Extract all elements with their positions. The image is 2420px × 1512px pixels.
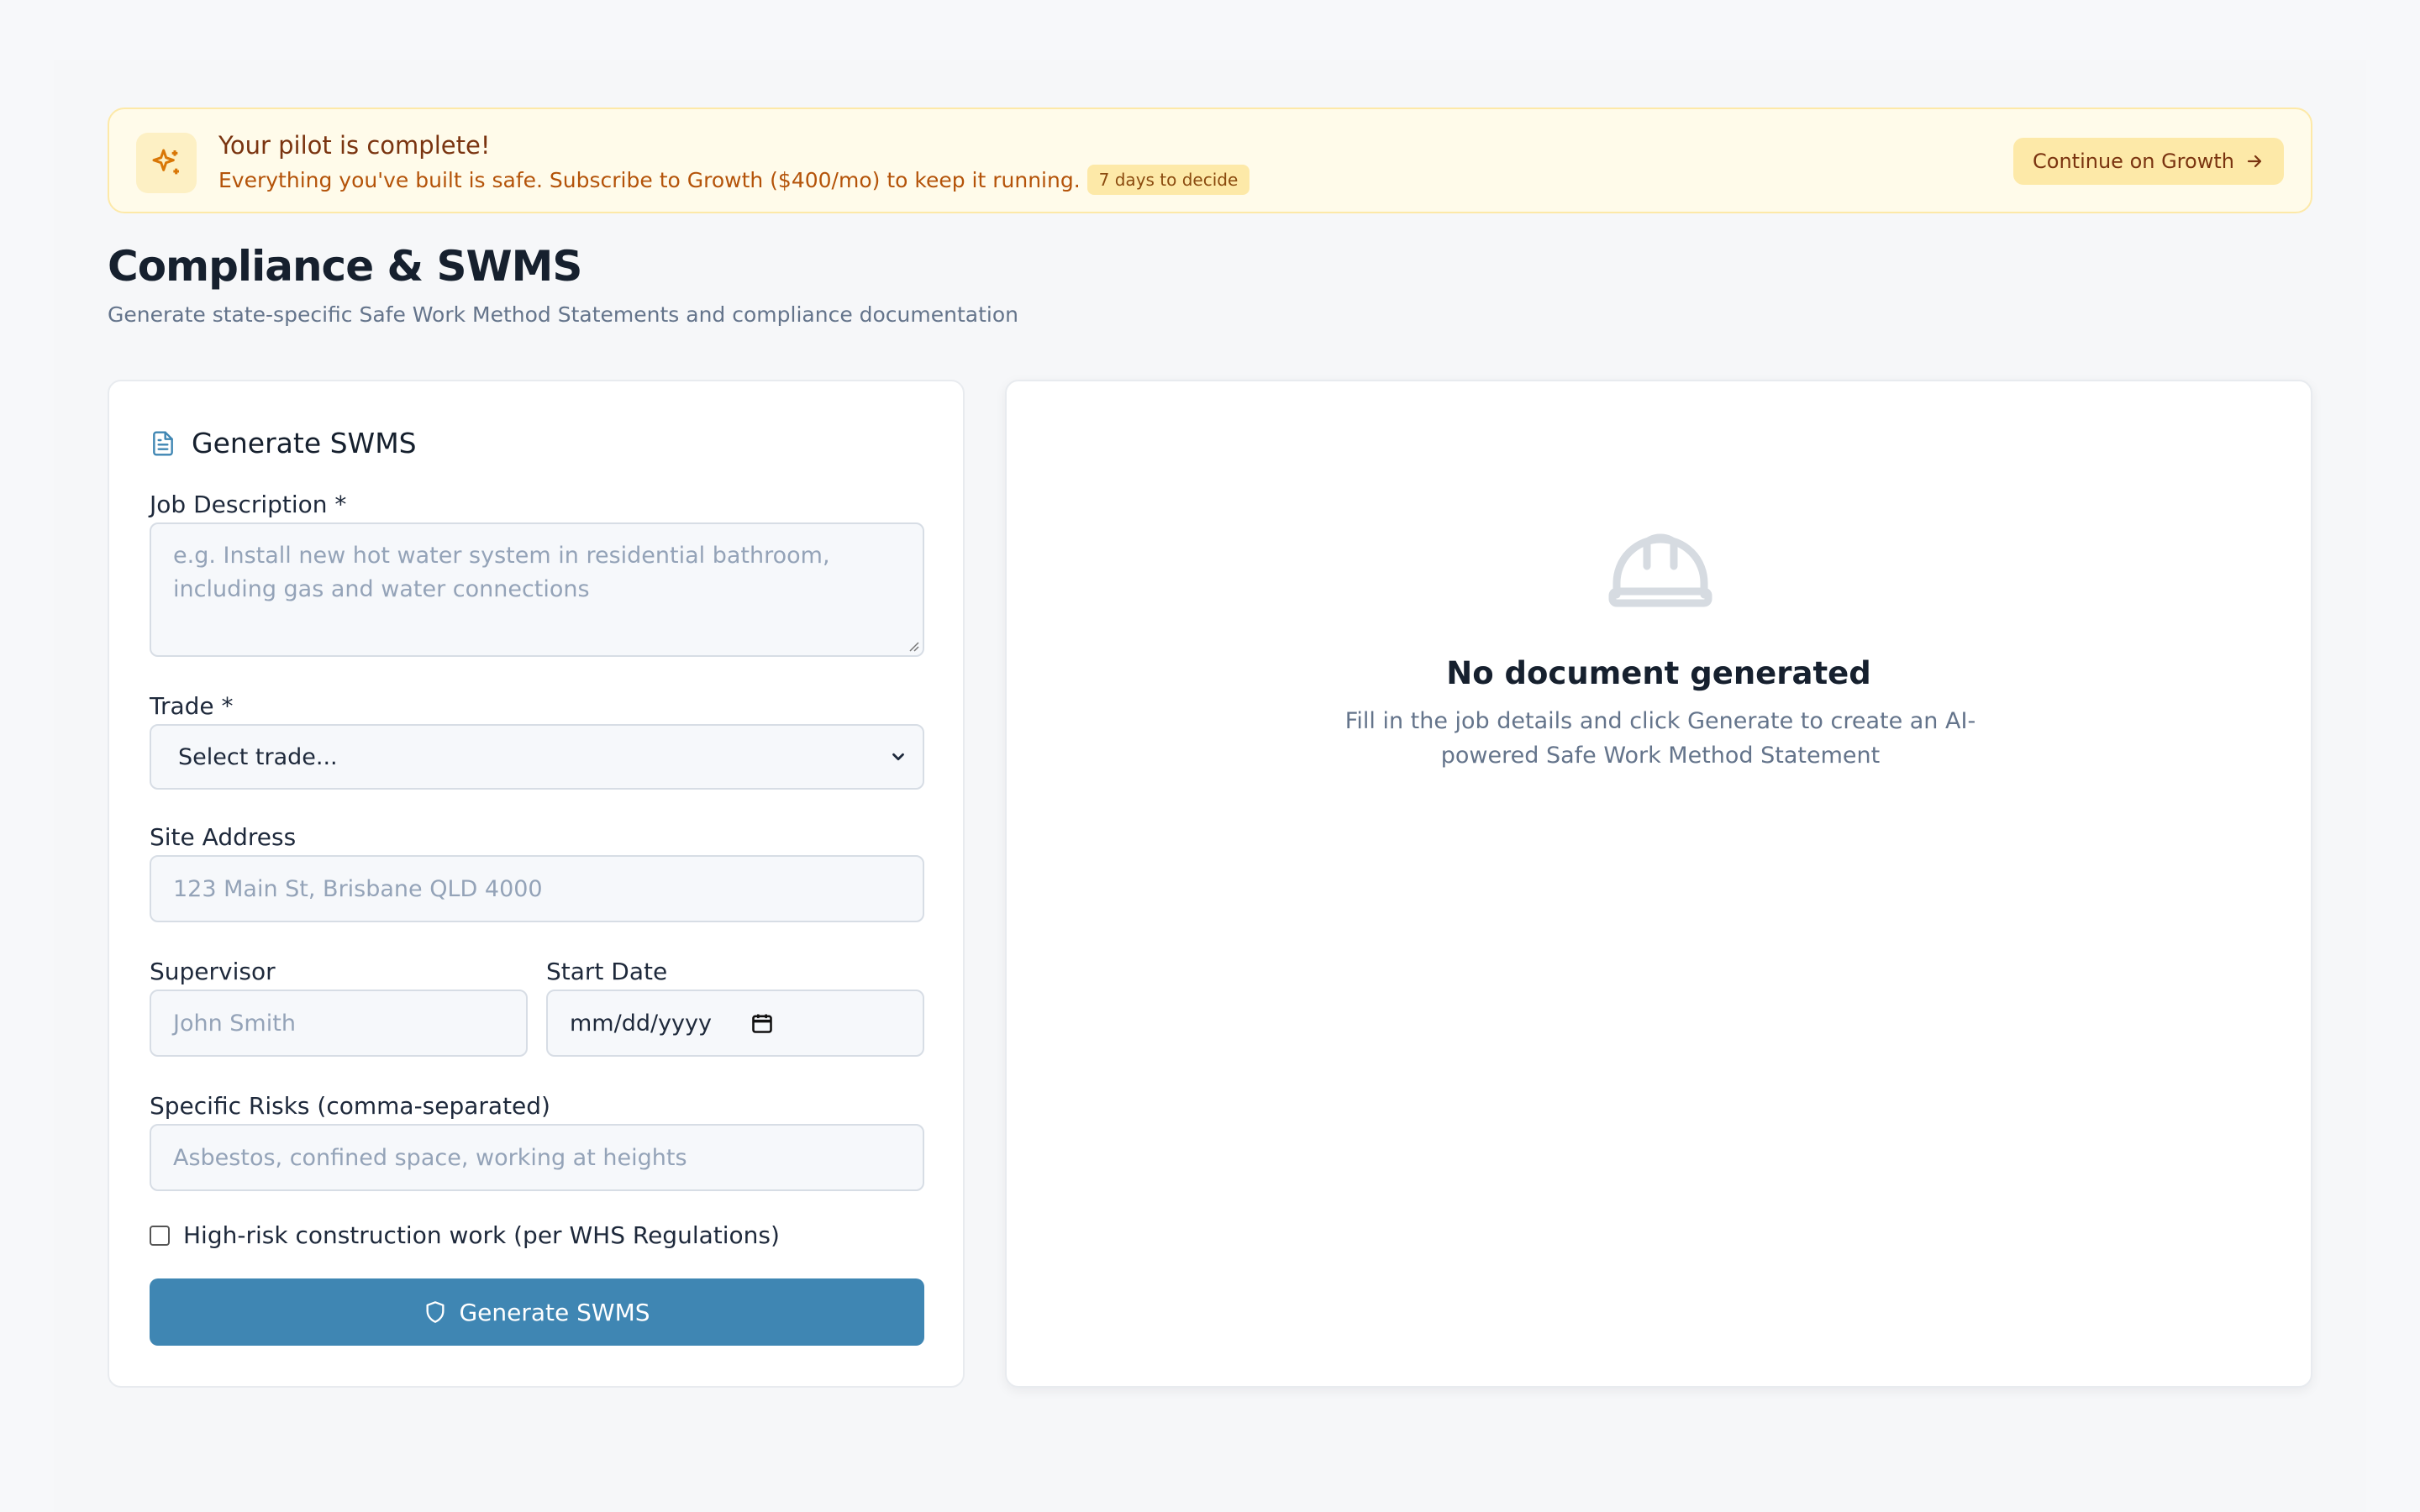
banner-message: Everything you've built is safe. Subscri… [218, 167, 1081, 192]
specific-risks-input[interactable]: Asbestos, confined space, working at hei… [150, 1124, 924, 1191]
high-risk-checkbox[interactable] [150, 1225, 170, 1246]
generate-swms-button[interactable]: Generate SWMS [150, 1278, 924, 1346]
shield-icon [426, 1301, 445, 1323]
specific-risks-placeholder: Asbestos, confined space, working at hei… [173, 1144, 687, 1171]
continue-on-growth-label: Continue on Growth [2033, 150, 2234, 173]
trade-label: Trade * [150, 692, 234, 720]
placeholder-line: including gas and water connections [173, 576, 590, 602]
site-address-placeholder: 123 Main St, Brisbane QLD 4000 [173, 875, 543, 902]
page-title: Compliance & SWMS [108, 242, 582, 291]
start-date-input[interactable]: mm/dd/yyyy [546, 990, 924, 1057]
job-description-textarea[interactable]: e.g. Install new hot water system in res… [150, 522, 924, 657]
calendar-icon[interactable] [750, 1011, 774, 1035]
trade-select[interactable]: Select trade... [150, 724, 924, 790]
generate-swms-label: Generate SWMS [459, 1298, 650, 1326]
card-title: Generate SWMS [192, 427, 417, 459]
start-date-label: Start Date [546, 958, 668, 985]
page: Your pilot is complete! Everything you'v… [0, 0, 2420, 1512]
banner-title: Your pilot is complete! [218, 131, 491, 160]
supervisor-placeholder: John Smith [173, 1010, 296, 1037]
high-risk-label[interactable]: High-risk construction work (per WHS Reg… [183, 1221, 780, 1249]
page-subtitle: Generate state-specific Safe Work Method… [108, 302, 1018, 327]
generate-swms-card: Generate SWMS Job Description * e.g. Ins… [108, 380, 965, 1388]
job-description-placeholder: e.g. Install new hot water system in res… [173, 539, 830, 606]
sparkles-icon [136, 133, 197, 193]
supervisor-label: Supervisor [150, 958, 276, 985]
supervisor-input[interactable]: John Smith [150, 990, 528, 1057]
empty-state-title: No document generated [1446, 655, 1871, 691]
document-preview-card: No document generated Fill in the job de… [1005, 380, 2312, 1388]
arrow-right-icon [2247, 155, 2262, 168]
high-risk-row: High-risk construction work (per WHS Reg… [150, 1221, 780, 1249]
specific-risks-label: Specific Risks (comma-separated) [150, 1092, 550, 1120]
site-address-input[interactable]: 123 Main St, Brisbane QLD 4000 [150, 855, 924, 922]
days-left-badge: 7 days to decide [1086, 165, 1250, 195]
resize-handle-icon[interactable] [908, 640, 919, 652]
hard-hat-icon [1608, 533, 1712, 607]
pilot-banner: Your pilot is complete! Everything you'v… [108, 108, 2312, 213]
card-header: Generate SWMS [150, 427, 417, 459]
trade-selected-value: Select trade... [178, 743, 338, 770]
chevron-down-icon [892, 753, 904, 761]
document-icon [153, 430, 173, 456]
start-date-value: mm/dd/yyyy [570, 1010, 712, 1037]
empty-state-message: Fill in the job details and click Genera… [1344, 708, 1976, 769]
job-description-label: Job Description * [150, 491, 347, 518]
site-address-label: Site Address [150, 823, 297, 851]
banner-message-row: Everything you've built is safe. Subscri… [218, 165, 1250, 195]
continue-on-growth-button[interactable]: Continue on Growth [2013, 138, 2284, 185]
placeholder-line: e.g. Install new hot water system in res… [173, 543, 830, 569]
